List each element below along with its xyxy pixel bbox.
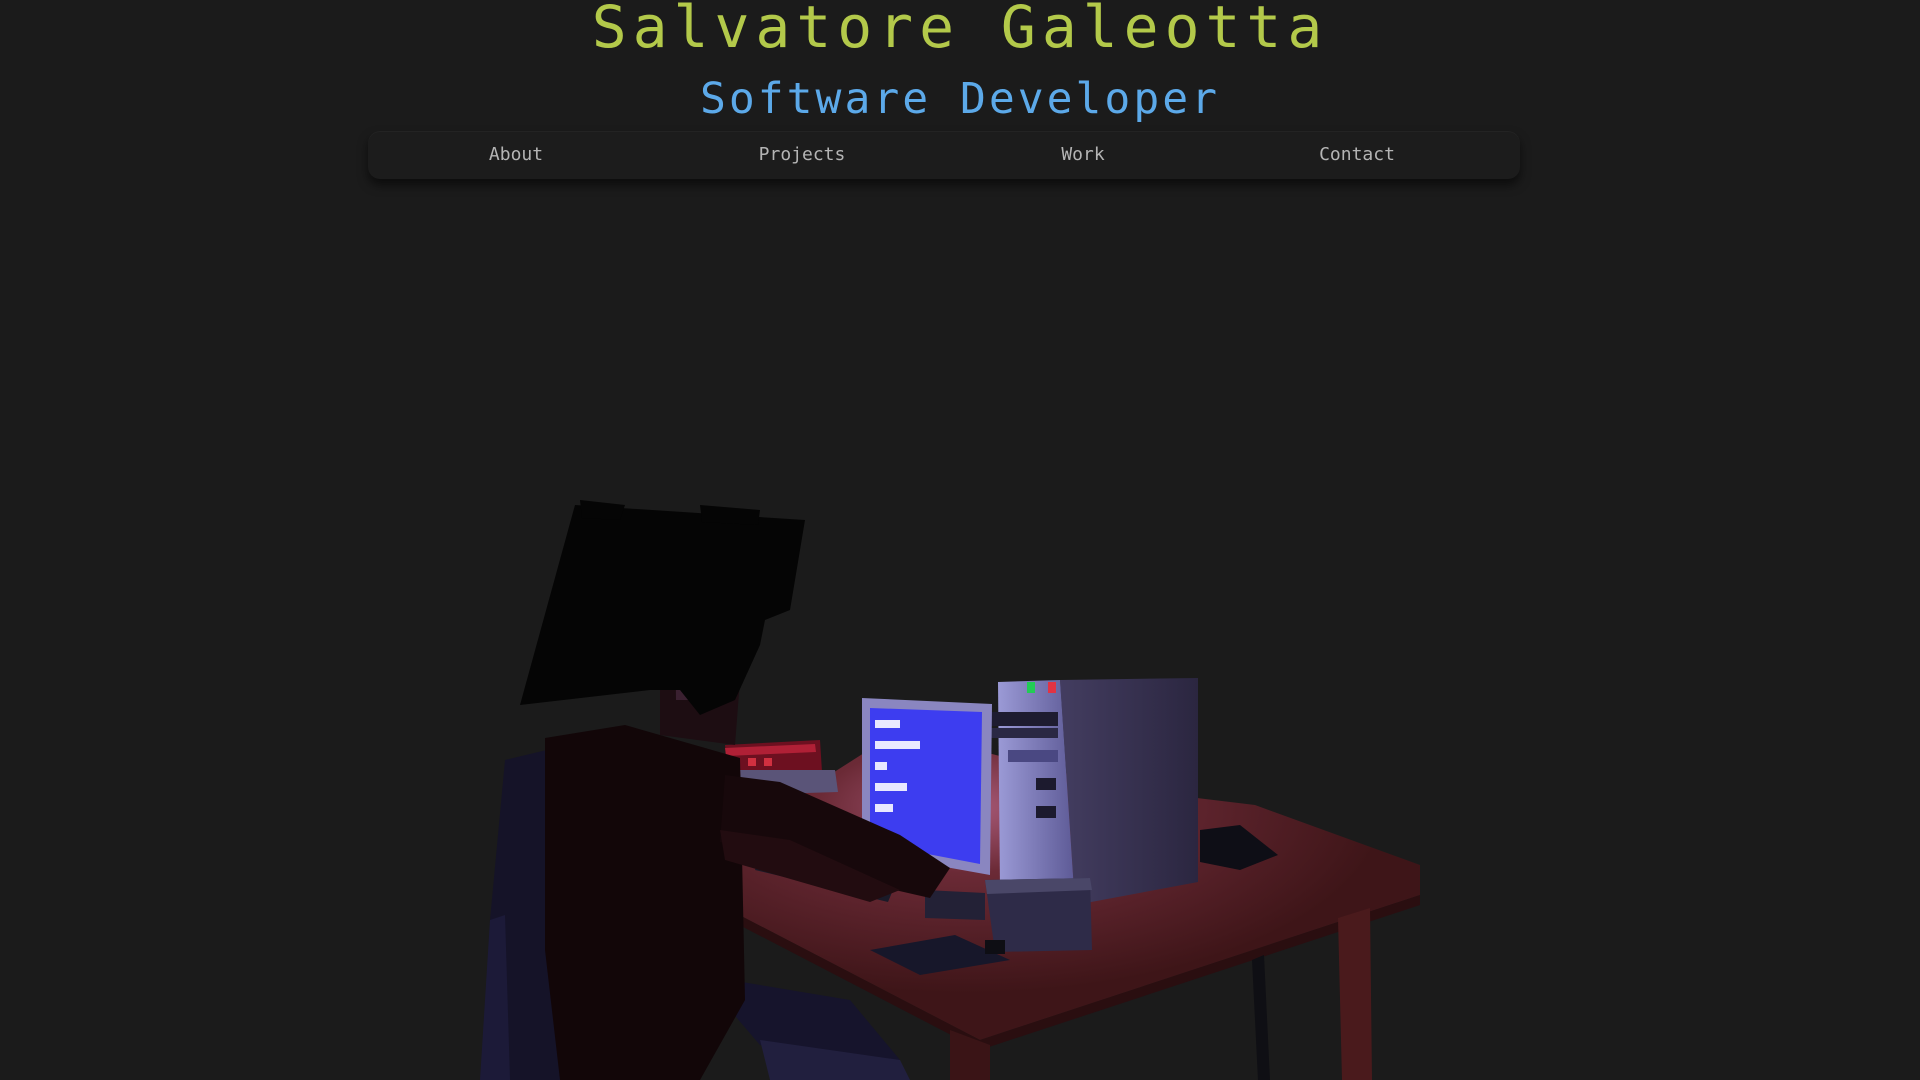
- power-led-red: [1048, 682, 1056, 693]
- nav-contact-link[interactable]: Contact: [1319, 131, 1395, 179]
- site-title: Salvatore Galeotta: [591, 0, 1329, 61]
- nav-work-link[interactable]: Work: [1061, 131, 1104, 179]
- nav-projects-link[interactable]: Projects: [759, 131, 846, 179]
- main-navbar: About Projects Work Contact: [368, 131, 1520, 179]
- hero-scene: [0, 180, 1920, 1080]
- power-led-green: [1027, 682, 1035, 693]
- voxel-developer-at-desk-illustration: [480, 500, 1420, 1080]
- nav-about-link[interactable]: About: [489, 131, 543, 179]
- site-subtitle: Software Developer: [700, 74, 1220, 124]
